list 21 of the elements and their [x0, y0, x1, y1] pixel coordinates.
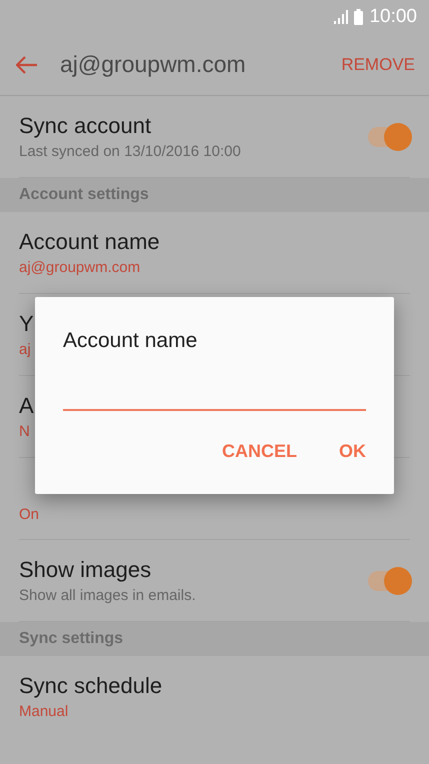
setting-value: aj@groupwm.com [19, 259, 140, 276]
battery-icon [354, 9, 364, 25]
setting-title[interactable]: Show images [19, 557, 152, 583]
setting-title[interactable]: Account name [19, 229, 160, 255]
setting-value: On [19, 506, 40, 522]
dialog-title: Account name [63, 329, 198, 353]
setting-value: Last synced on 13/10/2016 10:00 [19, 143, 241, 160]
section-title: Account settings [19, 186, 149, 204]
back-arrow-icon[interactable] [16, 56, 38, 74]
status-time: 10:00 [369, 6, 417, 28]
section-title: Sync settings [19, 630, 124, 648]
account-title: aj@groupwm.com [60, 51, 247, 78]
setting-value: N [19, 423, 30, 440]
setting-title[interactable]: Y [19, 311, 34, 337]
setting-value: Manual [19, 703, 68, 720]
setting-title[interactable]: A [19, 393, 34, 419]
setting-title[interactable]: Sync account [19, 113, 152, 139]
setting-title[interactable]: Sync schedule [19, 673, 162, 699]
signal-icon [334, 10, 348, 24]
setting-value: aj [19, 341, 31, 358]
setting-value: Show all images in emails. [19, 587, 196, 604]
